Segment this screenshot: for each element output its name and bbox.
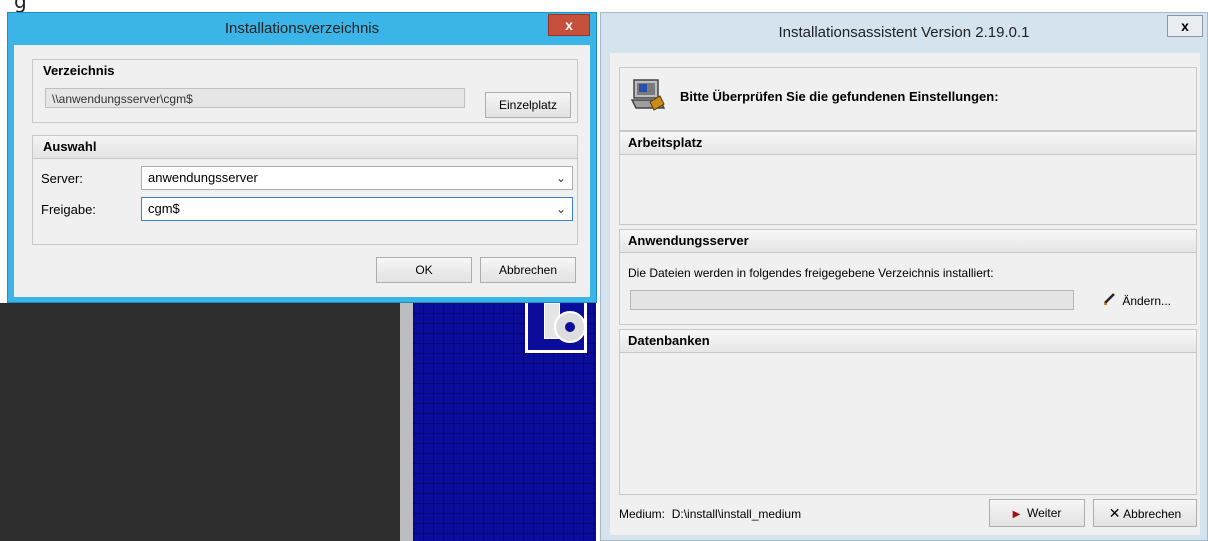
share-dropdown[interactable]: cgm$ ⌄ [141,197,573,221]
wizard-client-area: Bitte Überprüfen Sie die gefundenen Eins… [610,53,1200,535]
directory-dialog-title: Installationsverzeichnis [224,20,380,37]
share-value: cgm$ [148,201,180,216]
server-label: Server: [41,171,83,186]
databases-heading: Datenbanken [620,330,1196,353]
chevron-down-icon: ⌄ [555,202,566,216]
selection-group-heading: Auswahl [33,136,577,159]
directory-group-heading: Verzeichnis [43,63,115,78]
installer-splash-graphic [413,303,596,541]
next-button[interactable]: ▶ Weiter [989,499,1085,527]
change-directory-button[interactable]: Ändern... [1084,288,1188,314]
background-text-fragment: g [14,0,27,13]
directory-path-field: \\anwendungsserver\cgm$ [45,88,465,108]
server-dropdown[interactable]: anwendungsserver ⌄ [141,166,573,190]
directory-close-button[interactable]: x [548,14,590,36]
play-arrow-icon: ▶ [1012,509,1021,520]
medium-info: Medium: D:\install\install_medium [619,507,801,521]
close-icon: x [1181,18,1189,34]
wizard-cancel-label: Abbrechen [1123,507,1182,521]
x-cross-icon: ✕ [1108,505,1121,521]
workstation-section: Arbeitsplatz [619,131,1197,225]
selection-group: Auswahl Server: anwendungsserver ⌄ Freig… [32,135,578,245]
appserver-description: Die Dateien werden in folgendes freigege… [628,266,994,280]
installation-directory-window: Installationsverzeichnis x Verzeichnis \… [7,12,597,303]
pencil-icon [1101,289,1119,313]
share-label: Freigabe: [41,202,96,217]
install-computer-icon [630,79,666,111]
cancel-button[interactable]: Abbrechen [480,257,576,283]
chevron-down-icon: ⌄ [555,171,566,185]
medium-label: Medium: [619,507,666,521]
workstation-heading: Arbeitsplatz [620,132,1196,155]
next-button-label: Weiter [1026,506,1062,520]
wizard-close-button[interactable]: x [1167,15,1203,37]
appserver-heading: Anwendungsserver [620,230,1196,253]
single-workstation-button[interactable]: Einzelplatz [485,92,571,118]
cd-package-graphic [525,303,587,353]
ok-button[interactable]: OK [376,257,472,283]
appserver-section: Anwendungsserver Die Dateien werden in f… [619,229,1197,325]
close-icon: x [565,17,573,33]
appserver-path-field [630,290,1074,310]
medium-path: D:\install\install_medium [671,507,802,521]
desktop-background [0,303,400,541]
background-strip [400,303,413,541]
wizard-instruction: Bitte Überprüfen Sie die gefundenen Eins… [680,89,999,104]
wizard-title: Installationsassistent Version 2.19.0.1 [778,24,1030,41]
directory-group: Verzeichnis \\anwendungsserver\cgm$ Einz… [32,59,578,123]
change-button-label: Ändern... [1122,294,1172,308]
cd-disc-icon [554,311,586,343]
directory-client-area: Verzeichnis \\anwendungsserver\cgm$ Einz… [14,45,590,297]
server-value: anwendungsserver [148,170,258,185]
databases-section: Datenbanken [619,329,1197,495]
installation-wizard-window: Installationsassistent Version 2.19.0.1 … [600,12,1208,541]
wizard-cancel-button[interactable]: ✕ Abbrechen [1093,499,1197,527]
wizard-header-panel: Bitte Überprüfen Sie die gefundenen Eins… [619,67,1197,131]
